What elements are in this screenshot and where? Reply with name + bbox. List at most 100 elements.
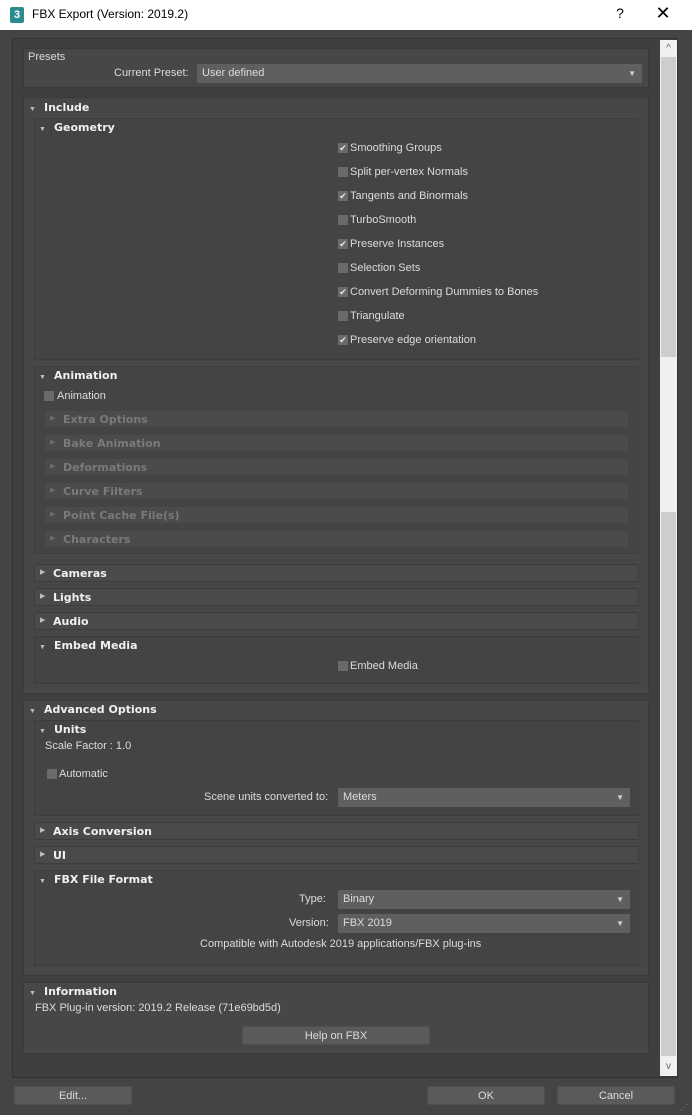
ok-button[interactable]: OK — [427, 1086, 545, 1105]
version-value: FBX 2019 — [343, 917, 392, 929]
fbx-file-format-header[interactable]: ▼ FBX File Format — [39, 873, 153, 886]
version-label: Version: — [289, 917, 329, 929]
animation-subrollout[interactable]: ▶ Deformations — [44, 458, 629, 476]
include-header[interactable]: ▼ Include — [29, 101, 89, 114]
edit-button[interactable]: Edit... — [14, 1086, 132, 1105]
collapse-triangle-icon: ▶ — [40, 569, 46, 576]
close-icon: ✕ — [655, 3, 671, 23]
units-title: Units — [54, 723, 87, 736]
collapse-triangle-icon: ▶ — [50, 415, 56, 422]
geometry-option-checkbox[interactable]: ✔ Tangents and Binormals — [338, 190, 468, 202]
checkmark-icon: ✔ — [339, 143, 347, 153]
checkbox-checked: ✔ — [338, 143, 348, 153]
current-preset-dropdown[interactable]: User defined ▼ — [197, 64, 642, 83]
information-header[interactable]: ▼ Information — [29, 985, 117, 998]
lights-title: Lights — [53, 591, 92, 604]
geometry-header[interactable]: ▼ Geometry — [39, 121, 115, 134]
animation-subrollout-title: Curve Filters — [63, 485, 143, 498]
app-icon: 3 — [10, 7, 24, 23]
geometry-option-label: Triangulate — [350, 310, 405, 322]
collapse-triangle-icon: ▶ — [50, 439, 56, 446]
geometry-option-checkbox[interactable]: TurboSmooth — [338, 214, 416, 226]
expand-triangle-icon: ▼ — [39, 728, 46, 735]
units-header[interactable]: ▼ Units — [39, 723, 86, 736]
dropdown-arrow-icon: ▼ — [628, 69, 636, 78]
geometry-option-checkbox[interactable]: Triangulate — [338, 310, 405, 322]
geometry-option-checkbox[interactable]: Split per-vertex Normals — [338, 166, 468, 178]
checkmark-icon: ✔ — [339, 287, 347, 297]
expand-triangle-icon: ▼ — [29, 708, 36, 715]
geometry-option-checkbox[interactable]: ✔ Preserve Instances — [338, 238, 444, 250]
scroll-up-arrow-icon[interactable]: ^ — [660, 40, 677, 57]
expand-triangle-icon: ▼ — [29, 106, 36, 113]
collapse-triangle-icon: ▶ — [50, 463, 56, 470]
animation-subrollout[interactable]: ▶ Characters — [44, 530, 629, 548]
animation-checkbox[interactable]: Animation — [44, 390, 106, 402]
geometry-title: Geometry — [54, 121, 115, 134]
advanced-options-header[interactable]: ▼ Advanced Options — [29, 703, 157, 716]
scene-units-dropdown[interactable]: Meters ▼ — [338, 788, 630, 807]
lights-rollout[interactable]: ▶ Lights — [34, 588, 639, 606]
checkbox-checked: ✔ — [338, 239, 348, 249]
geometry-option-checkbox[interactable]: ✔ Convert Deforming Dummies to Bones — [338, 286, 538, 298]
version-dropdown[interactable]: FBX 2019 ▼ — [338, 914, 630, 933]
dropdown-arrow-icon: ▼ — [616, 793, 624, 802]
embed-media-checkbox[interactable]: Embed Media — [338, 660, 418, 672]
window-title: FBX Export (Version: 2019.2) — [32, 7, 189, 21]
geometry-option-label: Preserve edge orientation — [350, 334, 476, 346]
geometry-option-checkbox[interactable]: Selection Sets — [338, 262, 420, 274]
geometry-option-checkbox[interactable]: ✔ Smoothing Groups — [338, 142, 442, 154]
expand-triangle-icon: ▼ — [39, 878, 46, 885]
axis-conversion-title: Axis Conversion — [53, 825, 152, 838]
expand-triangle-icon: ▼ — [39, 126, 46, 133]
ui-rollout[interactable]: ▶ UI — [34, 846, 639, 864]
type-dropdown[interactable]: Binary ▼ — [338, 890, 630, 909]
embed-media-title: Embed Media — [54, 639, 138, 652]
scale-factor-text: Scale Factor : 1.0 — [45, 740, 132, 752]
animation-subrollout[interactable]: ▶ Point Cache File(s) — [44, 506, 629, 524]
geometry-option-checkbox[interactable]: ✔ Preserve edge orientation — [338, 334, 476, 346]
advanced-options-title: Advanced Options — [44, 703, 157, 716]
geometry-option-label: Smoothing Groups — [350, 142, 442, 154]
automatic-checkbox[interactable]: Automatic — [47, 768, 108, 780]
information-title: Information — [44, 985, 117, 998]
checkbox-checked: ✔ — [338, 287, 348, 297]
collapse-triangle-icon: ▶ — [50, 535, 56, 542]
current-preset-value: User defined — [202, 67, 265, 79]
checkbox-checked: ✔ — [338, 191, 348, 201]
audio-rollout[interactable]: ▶ Audio — [34, 612, 639, 630]
animation-subrollout[interactable]: ▶ Bake Animation — [44, 434, 629, 452]
animation-subrollout-title: Deformations — [63, 461, 148, 474]
axis-conversion-rollout[interactable]: ▶ Axis Conversion — [34, 822, 639, 840]
animation-subrollout-title: Extra Options — [63, 413, 148, 426]
geometry-option-label: Preserve Instances — [350, 238, 445, 250]
embed-media-header[interactable]: ▼ Embed Media — [39, 639, 138, 652]
geometry-option-label: Convert Deforming Dummies to Bones — [350, 286, 539, 298]
animation-subrollout[interactable]: ▶ Curve Filters — [44, 482, 629, 500]
checkbox-unchecked — [338, 215, 348, 225]
compatibility-text: Compatible with Autodesk 2019 applicatio… — [200, 938, 482, 950]
presets-label: Presets — [28, 51, 66, 63]
cancel-button[interactable]: Cancel — [557, 1086, 675, 1105]
collapse-triangle-icon: ▶ — [50, 511, 56, 518]
animation-subrollout[interactable]: ▶ Extra Options — [44, 410, 629, 428]
type-value: Binary — [343, 893, 375, 905]
checkbox-unchecked — [338, 263, 348, 273]
resize-grip-icon[interactable]: ⋰ — [680, 1103, 690, 1113]
checkmark-icon: ✔ — [339, 335, 347, 345]
current-preset-label: Current Preset: — [114, 67, 189, 79]
type-label: Type: — [299, 893, 326, 905]
help-on-fbx-button[interactable]: Help on FBX — [242, 1026, 430, 1045]
cameras-rollout[interactable]: ▶ Cameras — [34, 564, 639, 582]
animation-header[interactable]: ▼ Animation — [39, 369, 117, 382]
geometry-option-label: TurboSmooth — [350, 214, 417, 226]
audio-title: Audio — [53, 615, 89, 628]
help-button[interactable]: ? — [610, 5, 630, 25]
animation-subrollout-title: Characters — [63, 533, 131, 546]
checkbox-box — [338, 661, 348, 671]
geometry-option-label: Split per-vertex Normals — [350, 166, 468, 178]
close-button[interactable]: ✕ — [650, 3, 676, 27]
scroll-down-arrow-icon[interactable]: v — [660, 1058, 677, 1075]
scrollbar-track-segment[interactable] — [661, 57, 676, 357]
scrollbar-thumb[interactable] — [661, 512, 676, 1056]
